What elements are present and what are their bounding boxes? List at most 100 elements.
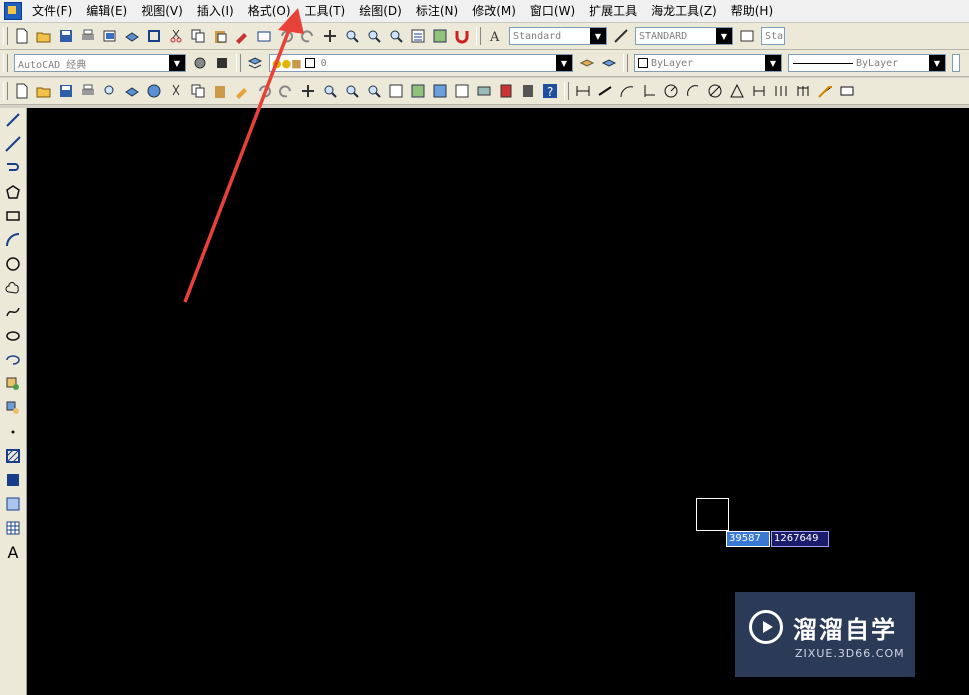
block-editor-icon[interactable] [255,27,273,45]
radius-dimension-icon[interactable] [662,82,680,100]
baseline-dimension-icon[interactable] [772,82,790,100]
publish-icon[interactable] [123,82,141,100]
menu-insert[interactable]: 插入(I) [191,0,242,22]
line-icon[interactable] [4,111,22,129]
linetype-select[interactable]: ByLayer ▼ [788,54,946,72]
properties-icon[interactable] [387,82,405,100]
cut-icon[interactable] [167,82,185,100]
angular-dimension-icon[interactable] [728,82,746,100]
menu-draw[interactable]: 绘图(D) [353,0,410,22]
cut-icon[interactable] [167,27,185,45]
3d-dwf-icon[interactable] [145,27,163,45]
publish-icon[interactable] [123,27,141,45]
hatch-icon[interactable] [4,447,22,465]
properties-icon[interactable] [409,27,427,45]
ellipse-arc-icon[interactable] [4,351,22,369]
continue-dimension-icon[interactable] [794,82,812,100]
workspace-select[interactable]: AutoCAD 经典 ▼ [14,54,186,72]
menu-file[interactable]: 文件(F) [26,0,80,22]
layer-manager-icon[interactable] [246,54,264,72]
region-icon[interactable] [4,495,22,513]
undo-icon[interactable] [255,82,273,100]
dim-style-icon[interactable] [612,27,630,45]
plot-preview-icon[interactable] [101,27,119,45]
text-style-select[interactable]: Standard ▼ [509,27,607,45]
dynamic-input-x[interactable]: 39587 [726,531,770,547]
sheet-set-icon[interactable] [453,82,471,100]
zoom-previous-icon[interactable] [365,82,383,100]
zoom-realtime-icon[interactable] [321,82,339,100]
workspace-settings-icon[interactable] [191,54,209,72]
make-current-layer-icon[interactable] [578,54,596,72]
spline-icon[interactable] [4,303,22,321]
revision-cloud-icon[interactable] [4,279,22,297]
copy-icon[interactable] [189,82,207,100]
menu-view[interactable]: 视图(V) [135,0,191,22]
quick-dimension-icon[interactable] [750,82,768,100]
globe-icon[interactable] [145,82,163,100]
color-select[interactable]: ByLayer ▼ [634,54,782,72]
menu-modify[interactable]: 修改(M) [466,0,524,22]
gradient-icon[interactable] [4,471,22,489]
tool-palettes-icon[interactable] [431,82,449,100]
markup-icon[interactable] [475,82,493,100]
circle-icon[interactable] [4,255,22,273]
calculator-icon[interactable] [519,82,537,100]
app-logo-icon[interactable] [4,2,22,20]
design-center-icon[interactable] [409,82,427,100]
layer-previous-icon[interactable] [600,54,618,72]
linear-dimension-icon[interactable] [574,82,592,100]
zoom-realtime-icon[interactable] [343,27,361,45]
zoom-previous-icon[interactable] [387,27,405,45]
diameter-dimension-icon[interactable] [706,82,724,100]
toolbar-grip[interactable] [623,54,628,72]
point-icon[interactable] [4,423,22,441]
open-icon[interactable] [35,82,53,100]
pan-icon[interactable] [321,27,339,45]
layer-select[interactable]: ● ● ■ 0 ▼ [269,54,573,72]
redo-icon[interactable] [277,82,295,100]
construction-line-icon[interactable] [4,135,22,153]
ordinate-dimension-icon[interactable] [640,82,658,100]
tolerance-icon[interactable] [838,82,856,100]
save-icon[interactable] [57,82,75,100]
jogged-dimension-icon[interactable] [684,82,702,100]
open-icon[interactable] [35,27,53,45]
magnet-icon[interactable] [453,27,471,45]
multiline-text-icon[interactable]: A [4,543,22,562]
paste-icon[interactable] [211,27,229,45]
quickcalc-icon[interactable] [497,82,515,100]
zoom-window-icon[interactable] [365,27,383,45]
new-icon[interactable] [13,82,31,100]
toolbar-grip[interactable] [564,82,569,100]
rectangle-icon[interactable] [4,207,22,225]
arc-length-icon[interactable] [618,82,636,100]
menu-edit[interactable]: 编辑(E) [80,0,135,22]
toolbar-grip[interactable] [3,82,8,100]
undo-icon[interactable] [277,27,295,45]
table-style-select[interactable]: Sta [761,27,785,45]
help-icon[interactable]: ? [541,82,559,100]
drawing-canvas[interactable]: 39587 1267649 溜溜自学 ZIXUE.3D66.COM [27,108,969,695]
dynamic-input-y[interactable]: 1267649 [771,531,829,547]
plot-preview-icon[interactable] [101,82,119,100]
ellipse-icon[interactable] [4,327,22,345]
text-style-icon[interactable]: A [486,27,504,45]
polyline-icon[interactable] [4,159,22,177]
toolbar-grip[interactable] [3,27,8,45]
menu-hailong-tools[interactable]: 海龙工具(Z) [645,0,725,22]
match-properties-icon[interactable] [233,27,251,45]
dim-style-select[interactable]: STANDARD ▼ [635,27,733,45]
zoom-window-icon[interactable] [343,82,361,100]
insert-block-icon[interactable] [4,375,22,393]
table-style-icon[interactable] [738,27,756,45]
redo-icon[interactable] [299,27,317,45]
new-icon[interactable] [13,27,31,45]
lineweight-select[interactable] [952,54,960,72]
toolbar-grip[interactable] [236,54,241,72]
menu-window[interactable]: 窗口(W) [524,0,583,22]
toolbar-grip[interactable] [476,27,481,45]
menu-dimension[interactable]: 标注(N) [410,0,466,22]
save-icon[interactable] [57,27,75,45]
print-icon[interactable] [79,82,97,100]
